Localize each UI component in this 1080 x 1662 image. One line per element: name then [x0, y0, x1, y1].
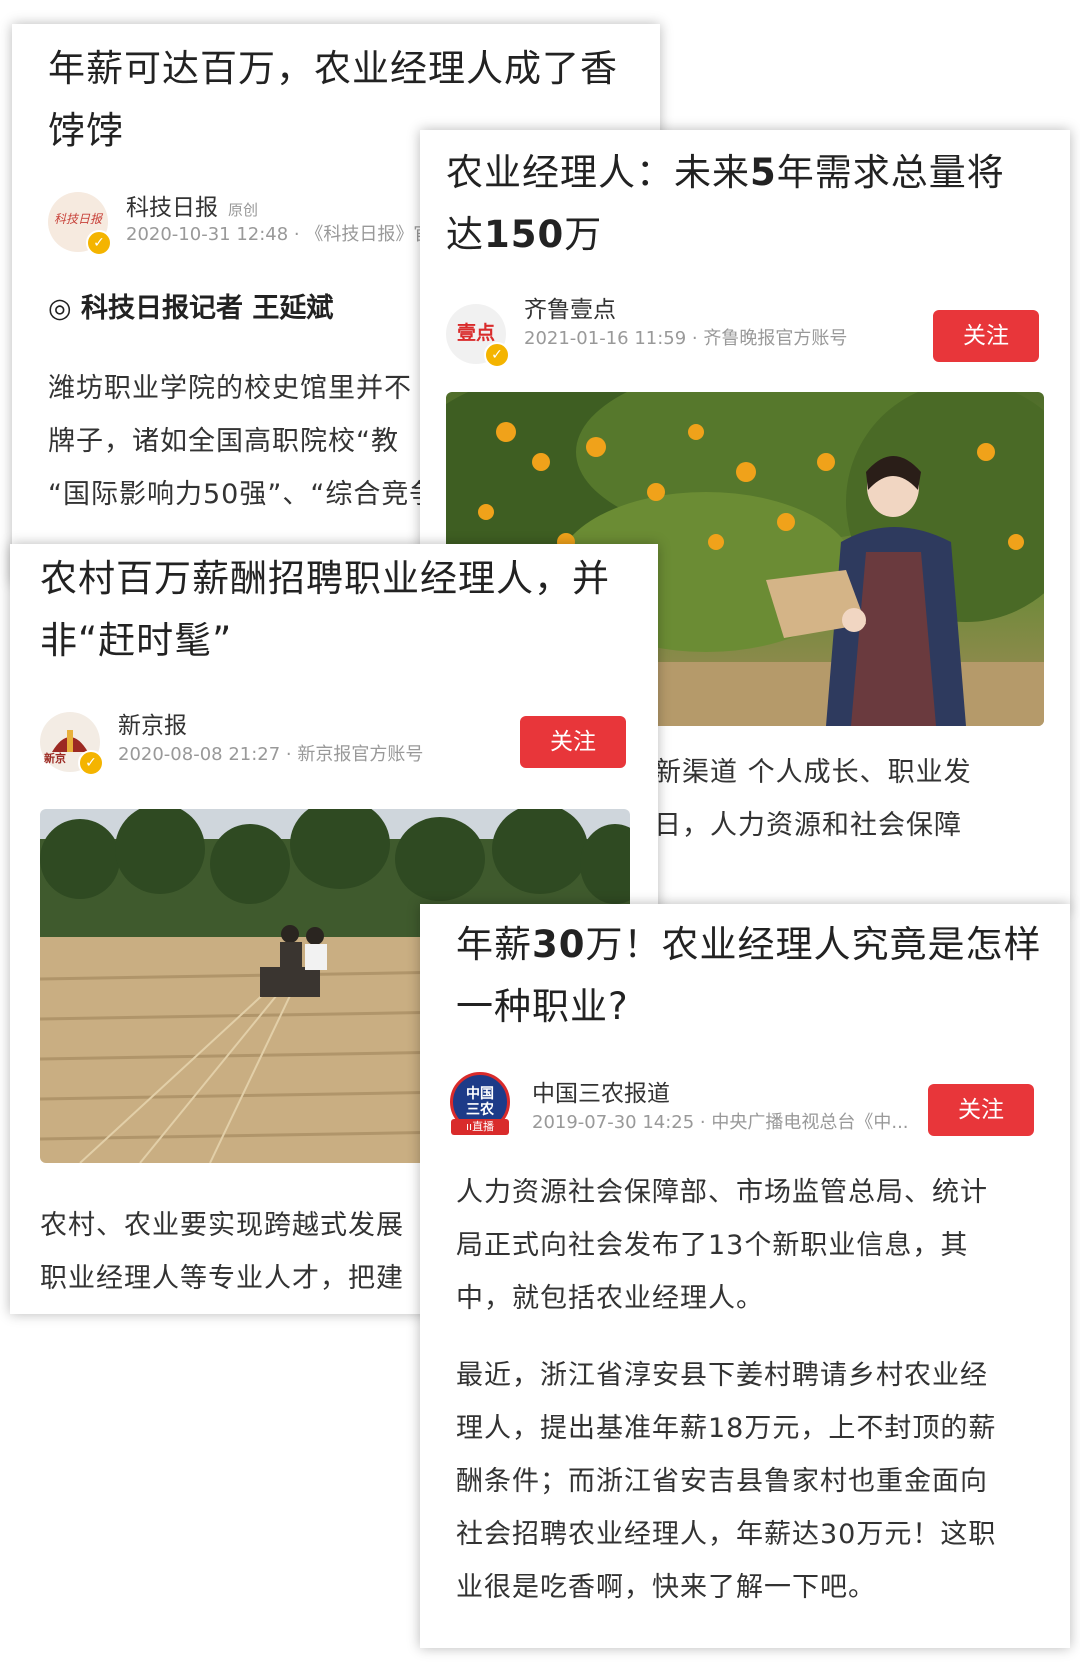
source-avatar[interactable]: 中国 三农 ıı直播: [450, 1072, 510, 1135]
article-excerpt: 的新渠道 个人成长、职业发 近日，人力资源和社会保障: [626, 757, 972, 841]
article-paragraph-2: 最近，浙江省淳安县下姜村聘请乡村农业经 理人，提出基准年薪18万元，上不封顶的薪…: [456, 1360, 997, 1603]
article-card-zhongguo-sannong[interactable]: 年薪30万！农业经理人究竟是怎样 一种职业? 中国 三农 ıı直播 中国三农报道…: [420, 904, 1070, 1648]
article-title[interactable]: 农村百万薪酬招聘职业经理人，并 非“赶时髦”: [40, 548, 640, 672]
source-name[interactable]: 齐鲁壹点: [524, 290, 616, 324]
follow-button[interactable]: 关注: [520, 716, 626, 768]
publish-meta: 2020-08-08 21:27 · 新京报官方账号: [118, 744, 424, 765]
article-title[interactable]: 年薪30万！农业经理人究竟是怎样 一种职业?: [456, 914, 1056, 1038]
source-name[interactable]: 科技日报 原创: [126, 188, 258, 222]
byline: ◎ 科技日报记者 王延斌: [48, 293, 334, 324]
follow-button[interactable]: 关注: [933, 310, 1039, 362]
publish-meta: 2020-10-31 12:48 · 《科技日报》官: [126, 224, 432, 245]
source-name[interactable]: 中国三农报道: [532, 1074, 670, 1108]
publish-meta: 2019-07-30 14:25 · 中央广播电视总台《中...: [532, 1112, 909, 1133]
verified-icon: ✓: [484, 342, 510, 368]
source-avatar[interactable]: 壹点 ✓: [446, 304, 510, 368]
publish-meta: 2021-01-16 11:59 · 齐鲁晚报官方账号: [524, 328, 848, 349]
live-badge: ıı直播: [451, 1119, 509, 1135]
verified-icon: ✓: [86, 230, 112, 256]
original-tag: 原创: [228, 201, 259, 219]
source-avatar[interactable]: 科技日报 ✓: [48, 192, 112, 256]
verified-icon: ✓: [78, 750, 104, 776]
source-avatar[interactable]: 新京 ✓: [40, 712, 104, 776]
follow-button[interactable]: 关注: [928, 1084, 1034, 1136]
article-paragraph-1: 人力资源社会保障部、市场监管总局、统计 局正式向社会发布了13个新职业信息，其 …: [456, 1177, 988, 1314]
article-title[interactable]: 农业经理人：未来5年需求总量将 达150万: [446, 142, 1046, 266]
source-name[interactable]: 新京报: [118, 706, 187, 740]
